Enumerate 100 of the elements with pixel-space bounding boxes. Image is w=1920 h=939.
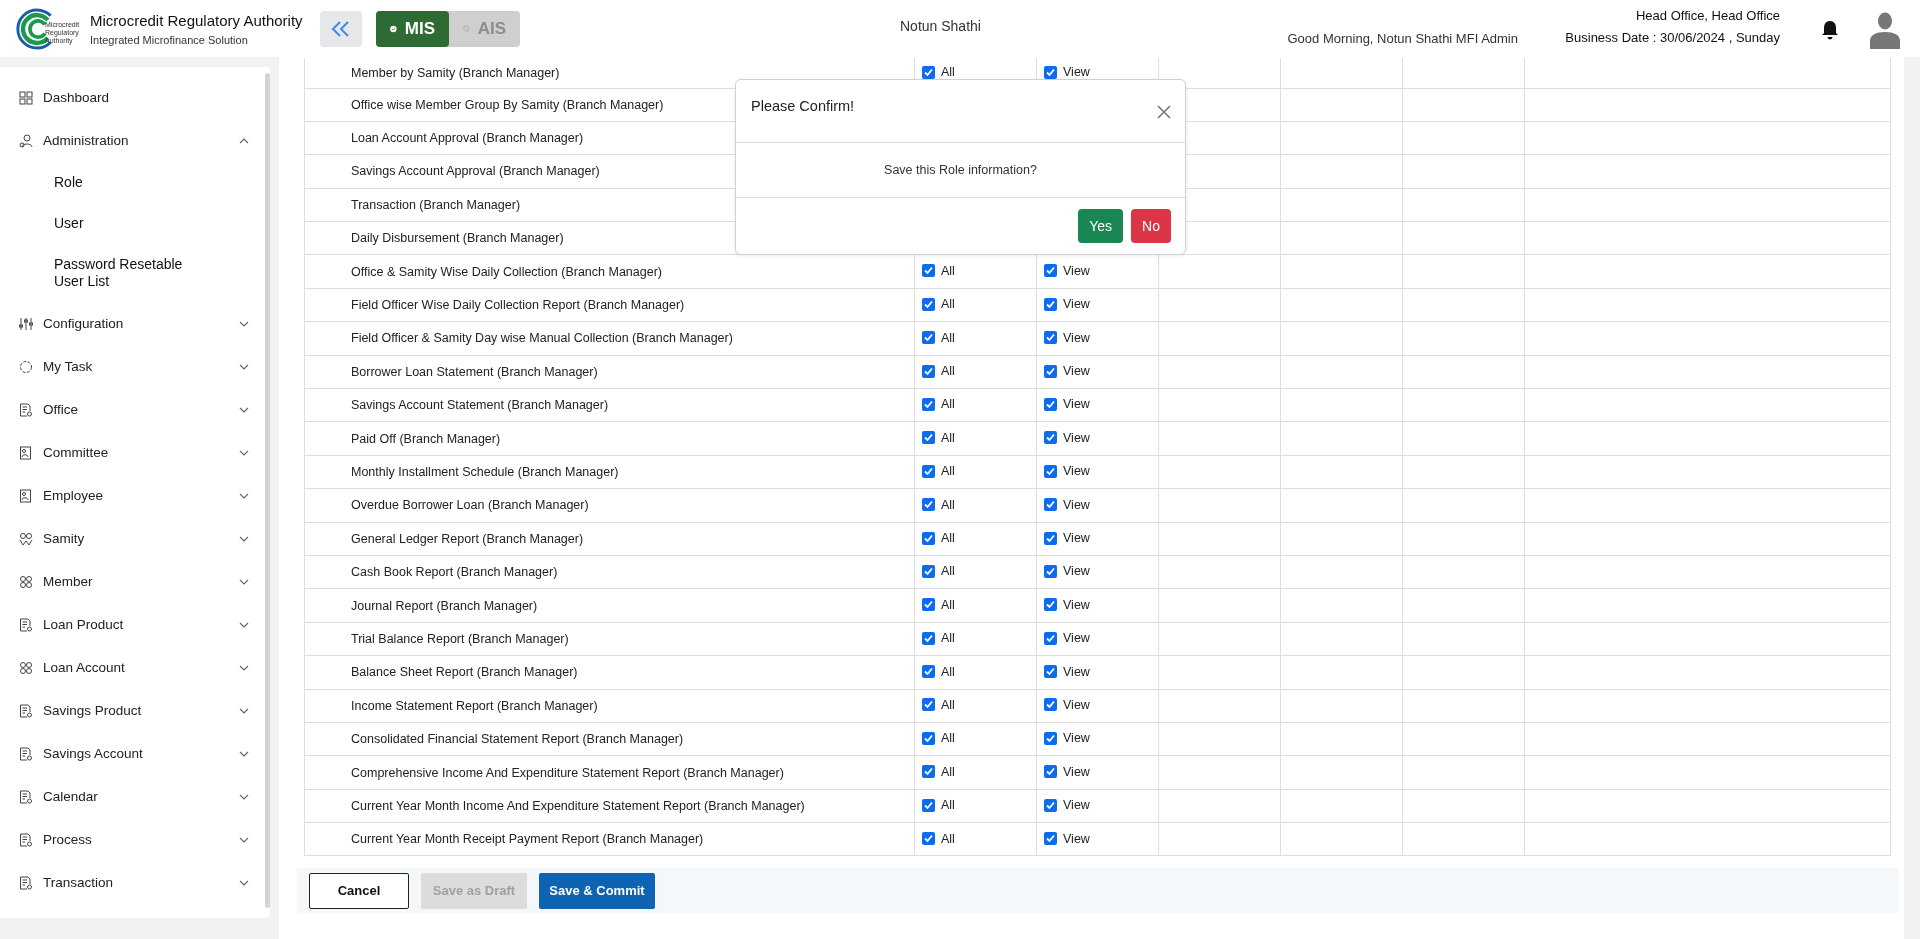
view-checkbox[interactable]: View (1044, 330, 1090, 345)
sidebar-item[interactable]: Employee (0, 474, 261, 517)
close-icon[interactable] (1157, 105, 1171, 119)
all-checkbox[interactable]: All (922, 497, 955, 512)
all-checkbox[interactable]: All (922, 597, 955, 612)
view-checkbox[interactable]: View (1044, 664, 1090, 679)
card-icon (19, 445, 33, 460)
permission-name: Daily Disbursement (Branch Manager) (351, 231, 564, 246)
sidebar-item[interactable]: Configuration (0, 302, 261, 345)
sidebar-subitem[interactable]: User (0, 203, 261, 244)
view-checkbox[interactable]: View (1044, 497, 1090, 512)
sidebar-item[interactable]: Member (0, 560, 261, 603)
sidebar-item[interactable]: Dashboard (0, 76, 261, 119)
sidebar-item[interactable]: Samity (0, 517, 261, 560)
all-checkbox[interactable]: All (922, 430, 955, 445)
sidebar-item[interactable]: Loan Product (0, 603, 261, 646)
user-icon (19, 133, 33, 148)
grid-icon (19, 90, 33, 105)
view-checkbox[interactable]: View (1044, 464, 1090, 479)
all-checkbox[interactable]: All (922, 564, 955, 579)
chevron-down-icon (239, 491, 249, 500)
doc-icon (19, 703, 33, 718)
sidebar-item[interactable]: Calendar (0, 775, 261, 818)
checkmark-icon (1045, 732, 1056, 744)
view-checkbox[interactable]: View (1044, 263, 1090, 278)
all-checkbox[interactable]: All (922, 697, 955, 712)
permission-name: Balance Sheet Report (Branch Manager) (351, 665, 578, 680)
business-date: Business Date : 30/06/2024 , Sunday (1565, 30, 1780, 45)
view-checkbox[interactable]: View (1044, 697, 1090, 712)
action-button[interactable]: Save & Commit (539, 873, 655, 909)
permission-name: Paid Off (Branch Manager) (351, 431, 501, 446)
sidebar-item[interactable]: My Task (0, 345, 261, 388)
all-checkbox[interactable]: All (922, 664, 955, 679)
sidebar-item[interactable]: Savings Product (0, 689, 261, 732)
permission-name: Field Officer & Samity Day wise Manual Collection (Branch Manager) (351, 331, 733, 346)
sidebar-item[interactable]: Savings Account (0, 732, 261, 775)
checkmark-icon (923, 298, 934, 310)
sidebar-subitem[interactable]: Role (0, 162, 261, 203)
all-checkbox[interactable]: All (922, 831, 955, 846)
all-checkbox[interactable]: All (922, 330, 955, 345)
user-avatar-icon[interactable] (1870, 11, 1900, 49)
view-checkbox[interactable]: View (1044, 798, 1090, 813)
chevron-down-icon (239, 835, 249, 844)
ring-icon (19, 359, 33, 374)
view-checkbox[interactable]: View (1044, 297, 1090, 312)
checkmark-icon (1045, 565, 1056, 577)
chevron-down-icon (239, 749, 249, 758)
view-checkbox[interactable]: View (1044, 430, 1090, 445)
scrollbar[interactable] (265, 73, 270, 908)
checkmark-icon (923, 599, 934, 611)
chevron-down-icon (239, 577, 249, 586)
all-checkbox[interactable]: All (922, 531, 955, 545)
sidebar-item[interactable]: Committee (0, 431, 261, 474)
chevron-down-icon (239, 534, 249, 543)
view-checkbox[interactable]: View (1044, 764, 1090, 779)
checkmark-icon (1045, 332, 1056, 344)
checkmark-icon (1045, 666, 1056, 678)
all-checkbox[interactable]: All (922, 464, 955, 479)
all-checkbox[interactable]: All (922, 397, 955, 412)
sidebar-item[interactable]: Process (0, 818, 261, 861)
sidebar-subitem[interactable]: Password Resetable User List (0, 244, 261, 302)
view-checkbox[interactable]: View (1044, 731, 1090, 746)
people-icon (19, 660, 33, 675)
all-checkbox[interactable]: All (922, 764, 955, 779)
action-button[interactable]: Cancel (309, 873, 409, 909)
notification-bell-icon[interactable] (1821, 20, 1839, 40)
permission-name: Office wise Member Group By Samity (Branch Manager) (351, 97, 664, 112)
module-tab[interactable]: MIS (376, 10, 449, 47)
chevron-down-icon (239, 448, 249, 457)
view-checkbox[interactable]: View (1044, 364, 1090, 379)
sidebar-item[interactable]: Office (0, 388, 261, 431)
all-checkbox[interactable]: All (922, 364, 955, 379)
sidebar-item[interactable]: Transaction (0, 861, 261, 904)
sidebar-item[interactable]: Loan Account (0, 646, 261, 689)
dialog-button[interactable]: No (1131, 209, 1171, 243)
sidebar-item[interactable]: Administration (0, 119, 261, 162)
all-checkbox[interactable]: All (922, 798, 955, 813)
collapse-sidebar-button[interactable] (320, 10, 362, 47)
permission-name: Field Officer Wise Daily Collection Report (Branch Manager) (351, 298, 685, 313)
all-checkbox[interactable]: All (922, 731, 955, 746)
doc-icon (19, 875, 33, 890)
permission-name: Consolidated Financial Statement Report (Branch Manager) (351, 732, 684, 747)
checkmark-icon (1045, 599, 1056, 611)
checkmark-icon (1045, 532, 1056, 544)
checkmark-icon (1045, 766, 1056, 778)
view-checkbox[interactable]: View (1044, 397, 1090, 412)
dialog-button[interactable]: Yes (1078, 209, 1124, 243)
checkmark-icon (923, 365, 934, 377)
checkmark-icon (923, 666, 934, 678)
checkmark-icon (923, 432, 934, 444)
view-checkbox[interactable]: View (1044, 597, 1090, 612)
all-checkbox[interactable]: All (922, 65, 955, 79)
all-checkbox[interactable]: All (922, 631, 955, 646)
view-checkbox[interactable]: View (1044, 65, 1090, 79)
view-checkbox[interactable]: View (1044, 831, 1090, 846)
all-checkbox[interactable]: All (922, 263, 955, 278)
view-checkbox[interactable]: View (1044, 631, 1090, 646)
view-checkbox[interactable]: View (1044, 531, 1090, 545)
all-checkbox[interactable]: All (922, 297, 955, 312)
view-checkbox[interactable]: View (1044, 564, 1090, 579)
